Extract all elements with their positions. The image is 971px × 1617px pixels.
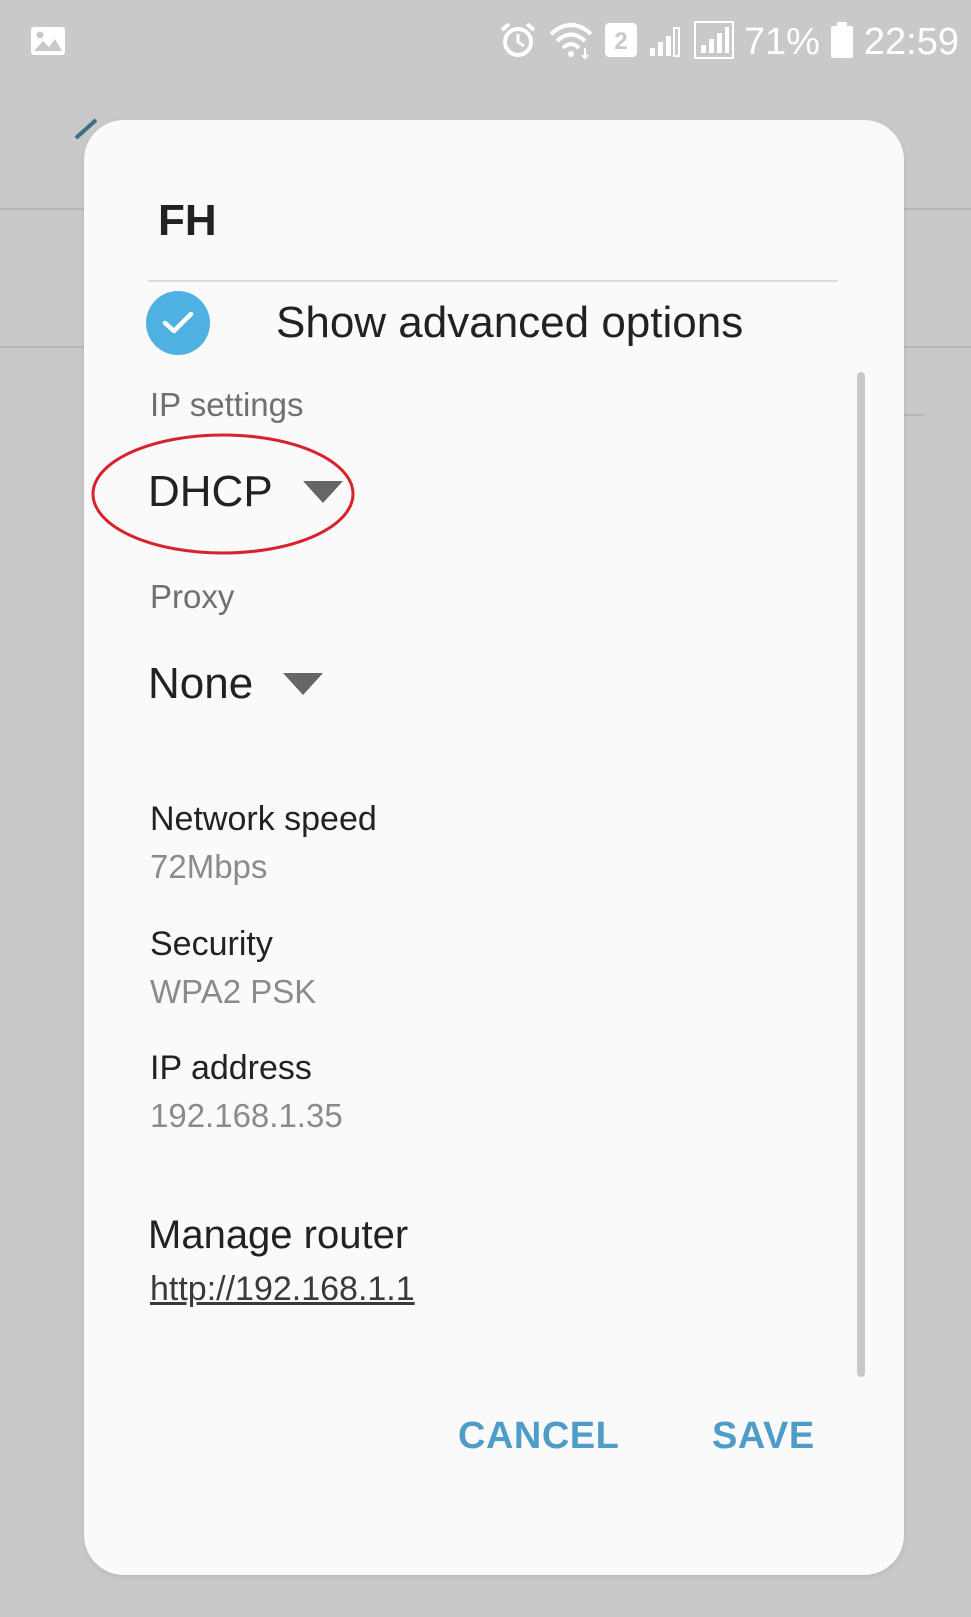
dialog-scrollbar[interactable] — [857, 372, 865, 1377]
ip-settings-dropdown[interactable]: DHCP — [148, 460, 343, 524]
advanced-options-label: Show advanced options — [276, 298, 744, 347]
status-bar: 2 71% 22:59 — [0, 0, 971, 84]
dropdown-arrow-icon — [283, 673, 324, 695]
wifi-network-dialog: FH Show advanced options IP settings DHC… — [84, 120, 904, 1575]
dropdown-arrow-icon — [302, 481, 343, 503]
cancel-button[interactable]: CANCEL — [458, 1415, 619, 1458]
show-advanced-options-checkbox[interactable]: Show advanced options — [146, 288, 826, 358]
battery-percent: 71% — [743, 21, 820, 63]
status-icons: 2 71% 22:59 — [498, 14, 959, 70]
security-label: Security — [150, 925, 273, 963]
proxy-value: None — [148, 659, 254, 708]
security-value: WPA2 PSK — [150, 973, 317, 1010]
proxy-label: Proxy — [150, 578, 235, 615]
checkmark-icon[interactable] — [146, 291, 210, 355]
network-speed-label: Network speed — [150, 800, 377, 838]
title-divider — [148, 280, 838, 282]
signal-weak-icon — [648, 22, 684, 63]
battery-icon — [830, 21, 854, 64]
ip-settings-value: DHCP — [148, 467, 273, 516]
proxy-dropdown[interactable]: None — [148, 652, 324, 716]
signal-icon — [693, 20, 734, 64]
ip-address-value: 192.168.1.35 — [150, 1097, 343, 1134]
dialog-title: FH — [158, 196, 217, 245]
sim-number: 2 — [614, 28, 627, 55]
save-button[interactable]: SAVE — [712, 1415, 815, 1458]
wifi-icon — [548, 20, 594, 65]
ip-address-label: IP address — [150, 1049, 312, 1087]
manage-router-link[interactable]: http://192.168.1.1 — [150, 1270, 415, 1309]
alarm-icon — [498, 20, 538, 65]
network-speed-value: 72Mbps — [150, 848, 268, 885]
ip-settings-label: IP settings — [150, 386, 304, 423]
manage-router-label: Manage router — [148, 1213, 409, 1257]
image-icon — [30, 26, 66, 56]
clock: 22:59 — [863, 21, 959, 63]
sim-2-icon: 2 — [604, 22, 638, 63]
